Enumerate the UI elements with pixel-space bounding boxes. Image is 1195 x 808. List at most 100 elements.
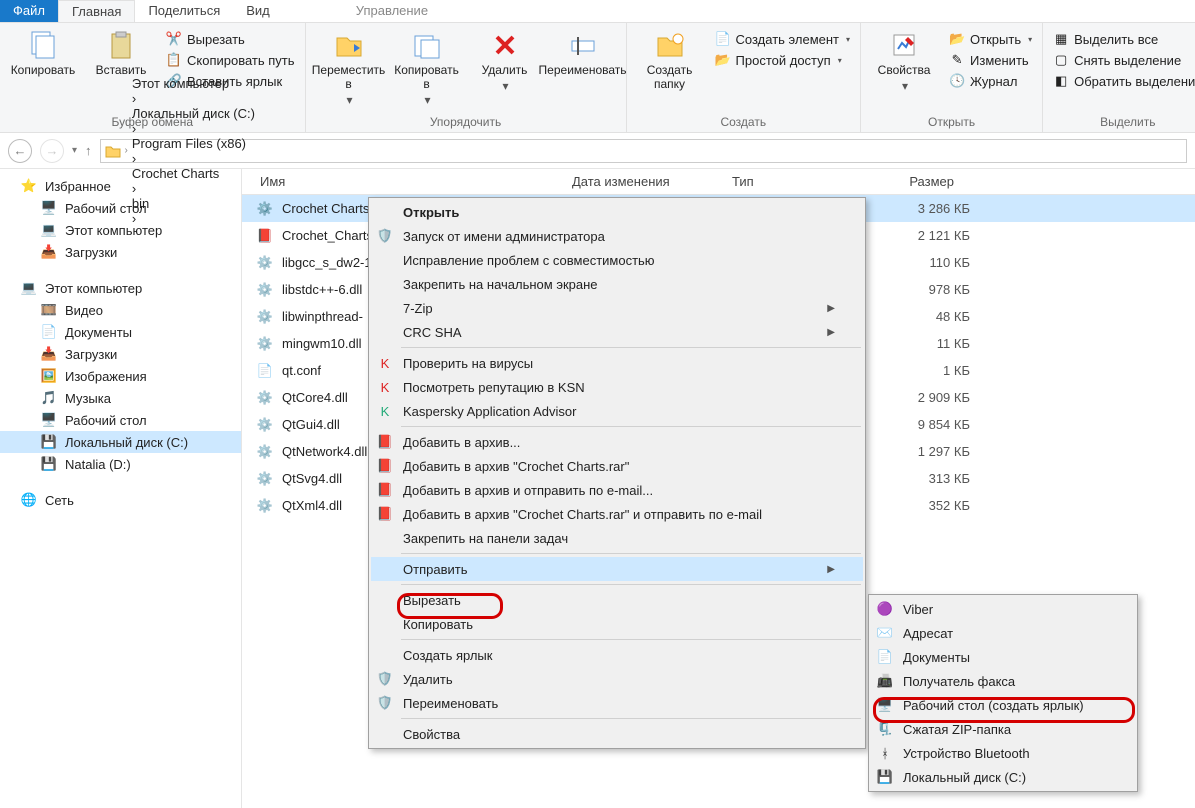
context-menu-item[interactable]: 🛡️Запуск от имени администратора xyxy=(371,224,863,248)
select-all-button[interactable]: ▦Выделить все xyxy=(1049,30,1195,48)
nav-forward-button[interactable]: → xyxy=(40,139,64,163)
submenu-arrow-icon: ▶ xyxy=(807,303,835,314)
sidebar-item[interactable]: 🖥️Рабочий стол xyxy=(0,197,241,219)
edit-button[interactable]: ✎Изменить xyxy=(945,51,1036,69)
sidebar-network[interactable]: 🌐Сеть xyxy=(0,489,241,511)
col-name[interactable]: Имя xyxy=(242,174,562,189)
paste-icon xyxy=(105,29,137,61)
menu-item-icon xyxy=(375,528,395,548)
context-menu-item[interactable]: Исправление проблем с совместимостью xyxy=(371,248,863,272)
file-size: 11 КБ xyxy=(890,336,990,351)
sendto-menu-item[interactable]: 📠Получатель факса xyxy=(871,669,1135,693)
tab-manage[interactable]: Управление xyxy=(343,0,441,22)
sendto-menu-item[interactable]: ᚼУстройство Bluetooth xyxy=(871,741,1135,765)
file-size: 978 КБ xyxy=(890,282,990,297)
properties-button[interactable]: Свойства▾ xyxy=(867,27,941,93)
breadcrumb-item[interactable]: Этот компьютер xyxy=(132,76,255,91)
select-invert-button[interactable]: ◧Обратить выделение xyxy=(1049,72,1195,90)
sidebar-favorites[interactable]: ⭐Избранное xyxy=(0,175,241,197)
menu-item-icon: 🟣 xyxy=(875,599,895,619)
nav-back-button[interactable]: ← xyxy=(8,139,32,163)
breadcrumb-item[interactable]: Локальный диск (C:) xyxy=(132,106,255,121)
sidebar-item[interactable]: 💾Natalia (D:) xyxy=(0,453,241,475)
chevron-down-icon: ▾ xyxy=(347,93,353,107)
sidebar-item[interactable]: 📄Документы xyxy=(0,321,241,343)
paste-button[interactable]: Вставить xyxy=(84,27,158,77)
sendto-menu-item[interactable]: 💾Локальный диск (C:) xyxy=(871,765,1135,789)
sidebar-item[interactable]: 📥Загрузки xyxy=(0,343,241,365)
sidebar-item[interactable]: 💻Этот компьютер xyxy=(0,219,241,241)
open-button[interactable]: 📂Открыть▾ xyxy=(945,30,1036,48)
sendto-menu-item[interactable]: 🟣Viber xyxy=(871,597,1135,621)
col-date[interactable]: Дата изменения xyxy=(562,174,722,189)
new-folder-button[interactable]: Создать папку xyxy=(633,27,707,91)
context-menu-item[interactable]: 🛡️Удалить xyxy=(371,667,863,691)
nav-up-button[interactable]: ↑ xyxy=(85,143,92,158)
context-menu-item[interactable]: Отправить▶ xyxy=(371,557,863,581)
copyto-button[interactable]: Копировать в▾ xyxy=(390,27,464,107)
context-menu-item[interactable]: KПосмотреть репутацию в KSN xyxy=(371,375,863,399)
moveto-button[interactable]: Переместить в▾ xyxy=(312,27,386,107)
file-icon: ⚙️ xyxy=(256,444,274,460)
sendto-menu-item[interactable]: 📄Документы xyxy=(871,645,1135,669)
new-item-button[interactable]: 📄Создать элемент▾ xyxy=(711,30,855,48)
sendto-menu-item[interactable]: 🗜️Сжатая ZIP-папка xyxy=(871,717,1135,741)
context-menu-item[interactable]: Копировать xyxy=(371,612,863,636)
chevron-down-icon: ▾ xyxy=(902,79,908,93)
col-size[interactable]: Размер xyxy=(882,174,982,189)
sidebar-item[interactable]: 💾Локальный диск (C:) xyxy=(0,431,241,453)
context-menu-item[interactable]: Закрепить на начальном экране xyxy=(371,272,863,296)
select-invert-icon: ◧ xyxy=(1053,73,1069,89)
context-menu-item[interactable]: Вырезать xyxy=(371,588,863,612)
context-menu-item[interactable]: KПроверить на вирусы xyxy=(371,351,863,375)
context-menu-item[interactable]: KKaspersky Application Advisor xyxy=(371,399,863,423)
history-button[interactable]: 🕓Журнал xyxy=(945,72,1036,90)
column-headers: Имя Дата изменения Тип Размер xyxy=(242,169,1195,195)
copy-button[interactable]: Копировать xyxy=(6,27,80,77)
delete-button[interactable]: Удалить▾ xyxy=(468,27,542,93)
context-menu-item[interactable]: 📕Добавить в архив и отправить по e-mail.… xyxy=(371,478,863,502)
context-menu-item[interactable]: Свойства xyxy=(371,722,863,746)
sidebar-item[interactable]: 🖼️Изображения xyxy=(0,365,241,387)
menu-item-icon: 🛡️ xyxy=(375,693,395,713)
menu-item-icon xyxy=(375,645,395,665)
item-icon: 🎞️ xyxy=(40,302,58,318)
context-menu-item[interactable]: 🛡️Переименовать xyxy=(371,691,863,715)
menu-separator xyxy=(401,584,861,585)
copy-path-button[interactable]: 📋Скопировать путь xyxy=(162,51,299,69)
menu-item-icon xyxy=(375,614,395,634)
submenu-arrow-icon: ▶ xyxy=(807,564,835,575)
tab-view[interactable]: Вид xyxy=(233,0,283,22)
context-menu-item[interactable]: 📕Добавить в архив "Crochet Charts.rar" и… xyxy=(371,502,863,526)
context-menu-item[interactable]: Создать ярлык xyxy=(371,643,863,667)
context-menu-item[interactable]: 📕Добавить в архив "Crochet Charts.rar" xyxy=(371,454,863,478)
select-none-icon: ▢ xyxy=(1053,52,1069,68)
select-none-button[interactable]: ▢Снять выделение xyxy=(1049,51,1195,69)
sendto-menu-item[interactable]: 🖥️Рабочий стол (создать ярлык) xyxy=(871,693,1135,717)
context-menu-item[interactable]: CRC SHA▶ xyxy=(371,320,863,344)
sidebar-item[interactable]: 📥Загрузки xyxy=(0,241,241,263)
context-menu-item[interactable]: 📕Добавить в архив... xyxy=(371,430,863,454)
rename-button[interactable]: Переименовать xyxy=(546,27,620,77)
tab-share[interactable]: Поделиться xyxy=(135,0,233,22)
sidebar-item[interactable]: 🎵Музыка xyxy=(0,387,241,409)
nav-recent-button[interactable]: ▾ xyxy=(72,145,77,156)
sidebar-this-pc[interactable]: 💻Этот компьютер xyxy=(0,277,241,299)
easy-access-button[interactable]: 📂Простой доступ▾ xyxy=(711,51,855,69)
menu-item-icon xyxy=(375,559,395,579)
sidebar-item[interactable]: 🖥️Рабочий стол xyxy=(0,409,241,431)
menu-item-icon: 🛡️ xyxy=(375,226,395,246)
context-menu-item[interactable]: 7-Zip▶ xyxy=(371,296,863,320)
chevron-right-icon: › xyxy=(132,121,136,136)
context-menu-item[interactable]: Открыть xyxy=(371,200,863,224)
tab-home[interactable]: Главная xyxy=(58,0,135,22)
sidebar-item[interactable]: 🎞️Видео xyxy=(0,299,241,321)
tab-file[interactable]: Файл xyxy=(0,0,58,22)
context-menu-item[interactable]: Закрепить на панели задач xyxy=(371,526,863,550)
sendto-menu-item[interactable]: ✉️Адресат xyxy=(871,621,1135,645)
col-type[interactable]: Тип xyxy=(722,174,882,189)
breadcrumb-item[interactable]: Program Files (x86) xyxy=(132,136,255,151)
menu-separator xyxy=(401,639,861,640)
cut-button[interactable]: ✂️Вырезать xyxy=(162,30,299,48)
breadcrumb-bar[interactable]: › Этот компьютер › Локальный диск (C:) ›… xyxy=(100,139,1187,163)
